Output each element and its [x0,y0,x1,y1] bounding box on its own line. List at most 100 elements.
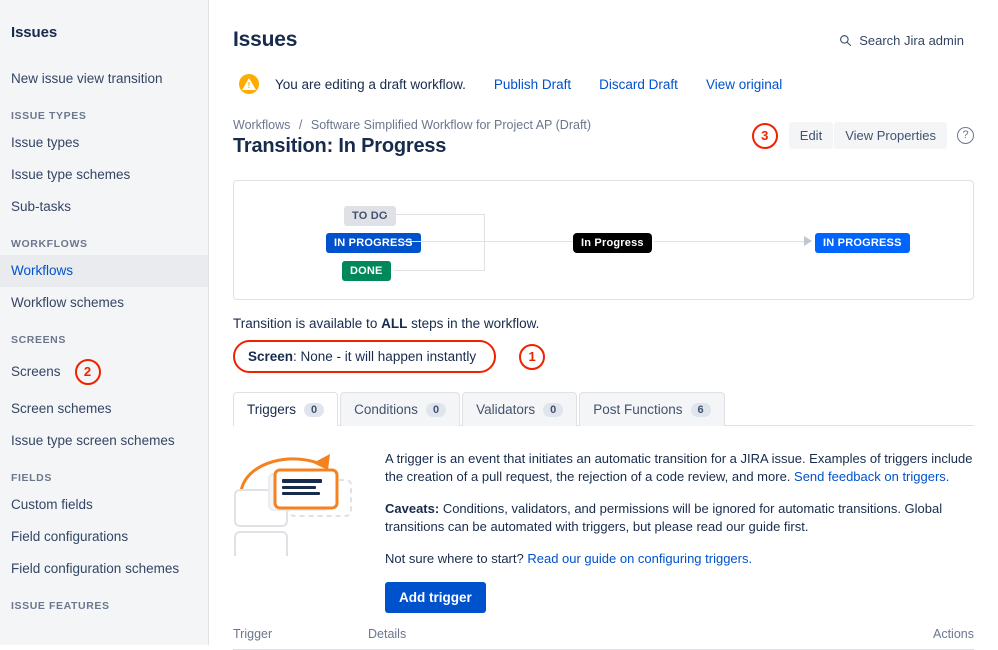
sidebar-item-label: Issue type screen schemes [11,433,175,448]
diagram-line-target [654,241,809,242]
view-properties-button[interactable]: View Properties [834,122,947,149]
transition-availability: Transition is available to ALL steps in … [233,316,974,331]
sidebar-section-screens: SCREENS [11,334,66,346]
sidebar-item-label: Issue types [11,135,80,150]
trigger-para2-text: Conditions, validators, and permissions … [385,501,943,534]
trigger-description: A trigger is an event that initiates an … [385,446,974,613]
help-circle-icon[interactable]: ? [957,127,974,144]
tab-bar: Triggers 0 Conditions 0 Validators 0 Pos… [233,391,974,426]
sidebar-item-label: Custom fields [11,497,93,512]
screen-value: : None - it will happen instantly [293,349,477,364]
column-header-details: Details [368,627,407,641]
status-chip-in-progress-source[interactable]: IN PROGRESS [326,233,421,253]
sidebar-section-workflows: WORKFLOWS [11,238,88,250]
tab-label: Triggers [247,402,297,417]
sidebar-item-issue-type-schemes[interactable]: Issue type schemes [0,159,208,191]
trigger-table-header: Trigger Details Actions [233,627,974,650]
availability-suffix: steps in the workflow. [407,316,540,331]
screen-row: Screen: None - it will happen instantly … [233,340,974,373]
annotation-marker-2: 2 [74,359,101,385]
sidebar-title: Issues [11,24,58,41]
sidebar-item-new-issue-view-transition[interactable]: New issue view transition [0,63,208,95]
sidebar-item-sub-tasks[interactable]: Sub-tasks [0,191,208,223]
sidebar-item-field-configuration-schemes[interactable]: Field configuration schemes [0,553,208,585]
banner-message: You are editing a draft workflow. [275,76,466,92]
screen-value-box[interactable]: Screen: None - it will happen instantly [233,340,497,373]
sidebar-item-workflow-schemes[interactable]: Workflow schemes [0,287,208,319]
sidebar-item-label: Screen schemes [11,401,112,416]
status-chip-in-progress-target[interactable]: IN PROGRESS [815,233,910,253]
annotation-marker-1: 1 [519,343,546,370]
sidebar-item-label: Sub-tasks [11,199,72,214]
sidebar-item-custom-fields[interactable]: Custom fields [0,489,208,521]
sidebar-item-issue-type-screen-schemes[interactable]: Issue type screen schemes [0,425,208,457]
sidebar-section-issue-types: ISSUE TYPES [11,110,87,122]
breadcrumb: Workflows / Software Simplified Workflow… [233,118,591,132]
read-guide-link[interactable]: Read our guide on configuring triggers. [527,551,752,566]
sidebar-item-label: Workflows [11,263,74,278]
sidebar-item-label: Screens [11,364,61,379]
draft-workflow-banner: ! You are editing a draft workflow. Publ… [209,52,998,94]
sidebar-item-label: Issue type schemes [11,167,131,182]
tab-conditions[interactable]: Conditions 0 [340,392,461,426]
sidebar: Issues New issue view transition ISSUE T… [0,0,209,645]
status-chip-done[interactable]: DONE [342,261,391,281]
annotation-marker-3: 3 [751,122,778,149]
header-actions: 3 Edit View Properties ? [751,118,974,149]
breadcrumb-separator: / [298,118,303,132]
tab-triggers[interactable]: Triggers 0 [233,392,339,426]
add-trigger-button[interactable]: Add trigger [385,582,486,613]
search-label: Search Jira admin [859,32,964,48]
diagram-line-inprogress [404,241,484,242]
availability-strong: ALL [381,316,408,331]
view-original-link[interactable]: View original [706,77,782,92]
page-header: Issues Search Jira admin [209,0,998,52]
transition-label-chip[interactable]: In Progress [573,233,652,253]
sidebar-item-label: Field configuration schemes [11,561,180,576]
diagram-line-vertical [484,214,485,271]
tab-count-badge: 0 [304,402,325,417]
main-content: Issues Search Jira admin ! You are editi… [209,0,998,650]
trigger-intro-panel: A trigger is an event that initiates an … [233,446,974,613]
sidebar-item-label: Workflow schemes [11,295,125,310]
edit-button[interactable]: Edit [788,122,834,149]
sidebar-item-label: New issue view transition [11,71,163,86]
tab-label: Post Functions [593,402,683,417]
breadcrumb-title-row: Workflows / Software Simplified Workflow… [209,94,998,158]
status-chip-todo[interactable]: TO DO [344,206,396,226]
page-heading: Issues [233,28,298,51]
page-title: Transition: In Progress [233,135,447,157]
breadcrumb-current: Software Simplified Workflow for Project… [310,118,592,132]
sidebar-item-workflows[interactable]: Workflows [0,255,208,287]
sidebar-item-field-configurations[interactable]: Field configurations [0,521,208,553]
trigger-paragraph-2: Caveats: Conditions, validators, and per… [385,500,974,536]
sidebar-item-screen-schemes[interactable]: Screen schemes [0,393,208,425]
availability-prefix: Transition is available to [233,316,382,331]
trigger-paragraph-1: A trigger is an event that initiates an … [385,450,974,486]
trigger-para3-text: Not sure where to start? [385,551,528,566]
diagram-line-done [394,270,484,271]
sidebar-item-label: Field configurations [11,529,129,544]
breadcrumb-workflows[interactable]: Workflows [233,118,290,132]
sidebar-item-issue-types[interactable]: Issue types [0,127,208,159]
trigger-paragraph-3: Not sure where to start? Read our guide … [385,550,974,568]
tab-label: Conditions [354,402,418,417]
send-feedback-link[interactable]: Send feedback on triggers. [794,469,949,484]
workflow-diagram: TO DO IN PROGRESS DONE In Progress IN PR… [233,180,974,300]
diagram-line-junction [484,241,579,242]
sidebar-section-issue-features: ISSUE FEATURES [11,600,110,612]
tab-validators[interactable]: Validators 0 [462,392,578,426]
search-jira-admin[interactable]: Search Jira admin [839,33,974,48]
tab-label: Validators [476,402,536,417]
screen-label: Screen [248,349,294,364]
publish-draft-link[interactable]: Publish Draft [494,77,571,92]
tab-count-badge: 6 [690,402,711,417]
drag-drop-trigger-illustration [233,446,363,565]
sidebar-section-fields: FIELDS [11,472,52,484]
warning-icon: ! [239,74,259,94]
sidebar-item-screens[interactable]: Screens 2 [0,351,208,393]
diagram-line-todo [384,214,484,215]
tab-count-badge: 0 [543,402,564,417]
tab-post-functions[interactable]: Post Functions 6 [579,392,725,426]
discard-draft-link[interactable]: Discard Draft [599,77,678,92]
